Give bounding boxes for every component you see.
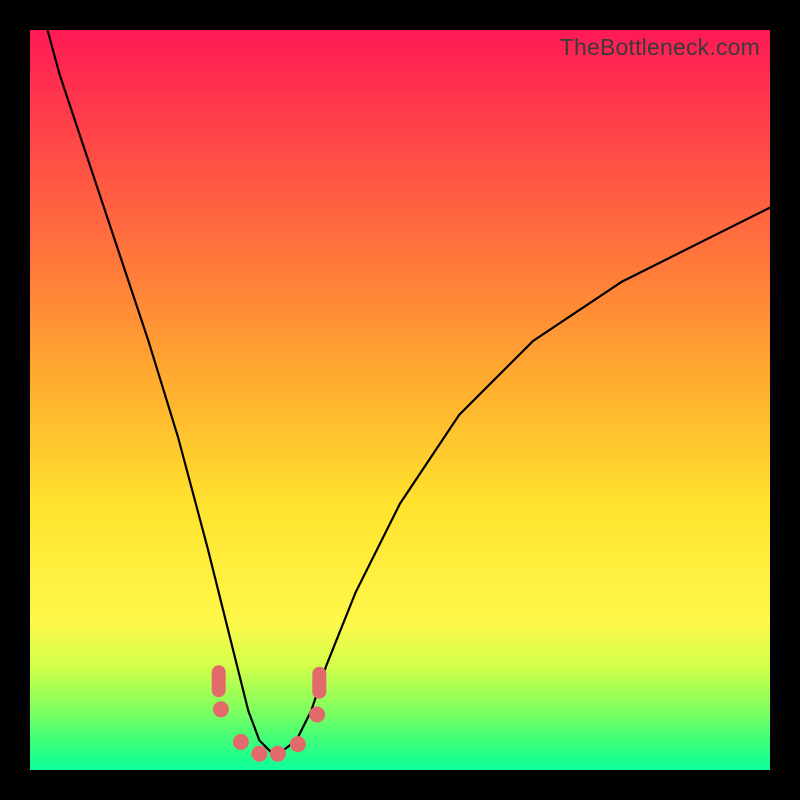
plot-area: TheBottleneck.com [30, 30, 770, 770]
chart-svg [30, 30, 770, 770]
chart-frame: TheBottleneck.com [0, 0, 800, 800]
marker-dot [213, 701, 229, 717]
marker-pill [212, 665, 226, 697]
marker-dot [270, 746, 286, 762]
marker-pill [312, 667, 326, 699]
marker-dot [233, 734, 249, 750]
bottleneck-curve [37, 30, 770, 752]
marker-dot [309, 707, 325, 723]
marker-dot [290, 736, 306, 752]
marker-dot [251, 746, 267, 762]
